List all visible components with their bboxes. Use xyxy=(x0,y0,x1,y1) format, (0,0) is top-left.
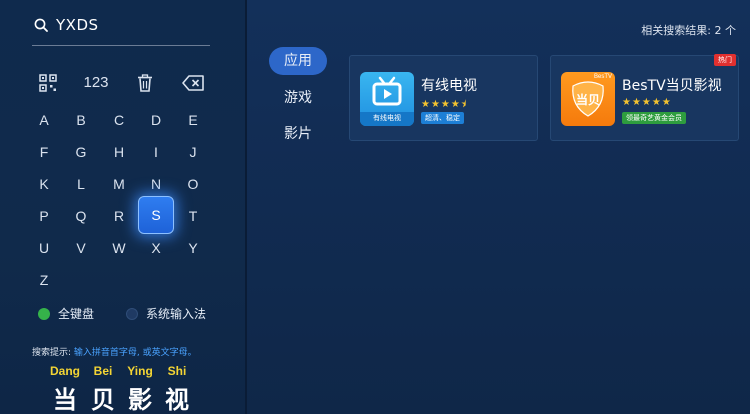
search-keyboard-panel: YXDS 123 A B C D E F G H I J K L M N O P… xyxy=(0,0,245,414)
full-keyboard-label: 全键盘 xyxy=(58,307,95,321)
radio-checked-icon xyxy=(38,308,50,320)
key-s-focused[interactable]: S xyxy=(138,196,174,234)
tv-app-icon: 有线电视 xyxy=(360,72,414,126)
key-w[interactable]: W xyxy=(101,231,137,265)
brand-pinyin: Dang xyxy=(50,364,80,378)
tv-app-icon-caption: 有线电视 xyxy=(373,114,401,122)
key-o[interactable]: O xyxy=(175,167,211,201)
tab-apps[interactable]: 应用 xyxy=(269,47,327,75)
key-x[interactable]: X xyxy=(138,231,174,265)
brand-hanzi: 影 xyxy=(128,386,152,414)
brand-char-dang: Dang 当 xyxy=(45,364,85,414)
brand-char-shi: Shi 视 xyxy=(157,364,197,414)
brand-hanzi: 贝 xyxy=(91,386,115,414)
numbers-key[interactable]: 123 xyxy=(78,66,114,100)
key-e[interactable]: E xyxy=(175,103,211,137)
system-ime-label: 系统输入法 xyxy=(146,307,207,321)
key-f[interactable]: F xyxy=(26,135,62,169)
app-card-cable-tv[interactable]: 有线电视 有线电视 ★★★★⯨ 超清、稳定 xyxy=(349,55,538,141)
key-b[interactable]: B xyxy=(63,103,99,137)
key-h[interactable]: H xyxy=(101,135,137,169)
key-v[interactable]: V xyxy=(63,231,99,265)
app-tag: 超清、稳定 xyxy=(421,112,464,124)
app-card-bestv-dangbei[interactable]: 热门 当贝 BesTV BesTV当贝影视 ★★★★★ 领最奇艺黄金会员 xyxy=(550,54,739,141)
tab-games[interactable]: 游戏 xyxy=(269,84,327,112)
rating-stars: ★★★★★ xyxy=(622,97,672,108)
app-tag: 领最奇艺黄金会员 xyxy=(622,112,686,124)
radio-unchecked-icon xyxy=(126,308,138,320)
results-panel: 相关搜索结果: 2 个 应用 游戏 影片 有线电视 有线电视 ★★★★⯨ 超清、… xyxy=(247,0,750,414)
key-d[interactable]: D xyxy=(138,103,174,137)
brand-pinyin: Bei xyxy=(93,364,113,378)
system-ime-option[interactable]: 系统输入法 xyxy=(126,305,226,323)
hot-badge: 热门 xyxy=(714,54,736,66)
brand-char-bei: Bei 贝 xyxy=(83,364,123,414)
brand-char-ying: Ying 影 xyxy=(120,364,160,414)
search-hint: 搜索提示: 输入拼音首字母, 或英文字母。 xyxy=(32,345,197,358)
search-icon xyxy=(34,18,48,32)
backspace-icon[interactable] xyxy=(175,66,211,100)
dangbei-icon-caption: 当贝 xyxy=(575,93,600,107)
search-hint-label: 搜索提示: xyxy=(32,348,72,358)
brand-pinyin: Shi xyxy=(167,364,187,378)
key-i[interactable]: I xyxy=(138,135,174,169)
full-keyboard-option[interactable]: 全键盘 xyxy=(38,305,118,323)
key-g[interactable]: G xyxy=(63,135,99,169)
trash-icon[interactable] xyxy=(127,66,163,100)
key-m[interactable]: M xyxy=(101,167,137,201)
app-name: 有线电视 xyxy=(421,78,477,94)
key-j[interactable]: J xyxy=(175,135,211,169)
brand-hanzi: 视 xyxy=(165,386,189,414)
app-name: BesTV当贝影视 xyxy=(622,78,722,94)
brand-hanzi: 当 xyxy=(53,386,77,414)
key-r[interactable]: R xyxy=(101,199,137,233)
key-a[interactable]: A xyxy=(26,103,62,137)
key-q[interactable]: Q xyxy=(63,199,99,233)
key-c[interactable]: C xyxy=(101,103,137,137)
dangbei-app-icon: 当贝 BesTV xyxy=(561,72,615,126)
key-t[interactable]: T xyxy=(175,199,211,233)
qr-code-icon[interactable] xyxy=(30,66,66,100)
search-field[interactable]: YXDS xyxy=(32,12,210,46)
results-count: 相关搜索结果: 2 个 xyxy=(641,24,736,37)
key-y[interactable]: Y xyxy=(175,231,211,265)
key-k[interactable]: K xyxy=(26,167,62,201)
key-z[interactable]: Z xyxy=(26,263,62,297)
search-query-text: YXDS xyxy=(56,16,99,34)
key-u[interactable]: U xyxy=(26,231,62,265)
key-p[interactable]: P xyxy=(26,199,62,233)
bestv-corner-label: BesTV xyxy=(593,74,612,80)
tab-movies[interactable]: 影片 xyxy=(269,120,327,148)
key-l[interactable]: L xyxy=(63,167,99,201)
brand-pinyin: Ying xyxy=(127,364,153,378)
search-hint-text: 输入拼音首字母, 或英文字母。 xyxy=(73,348,197,358)
